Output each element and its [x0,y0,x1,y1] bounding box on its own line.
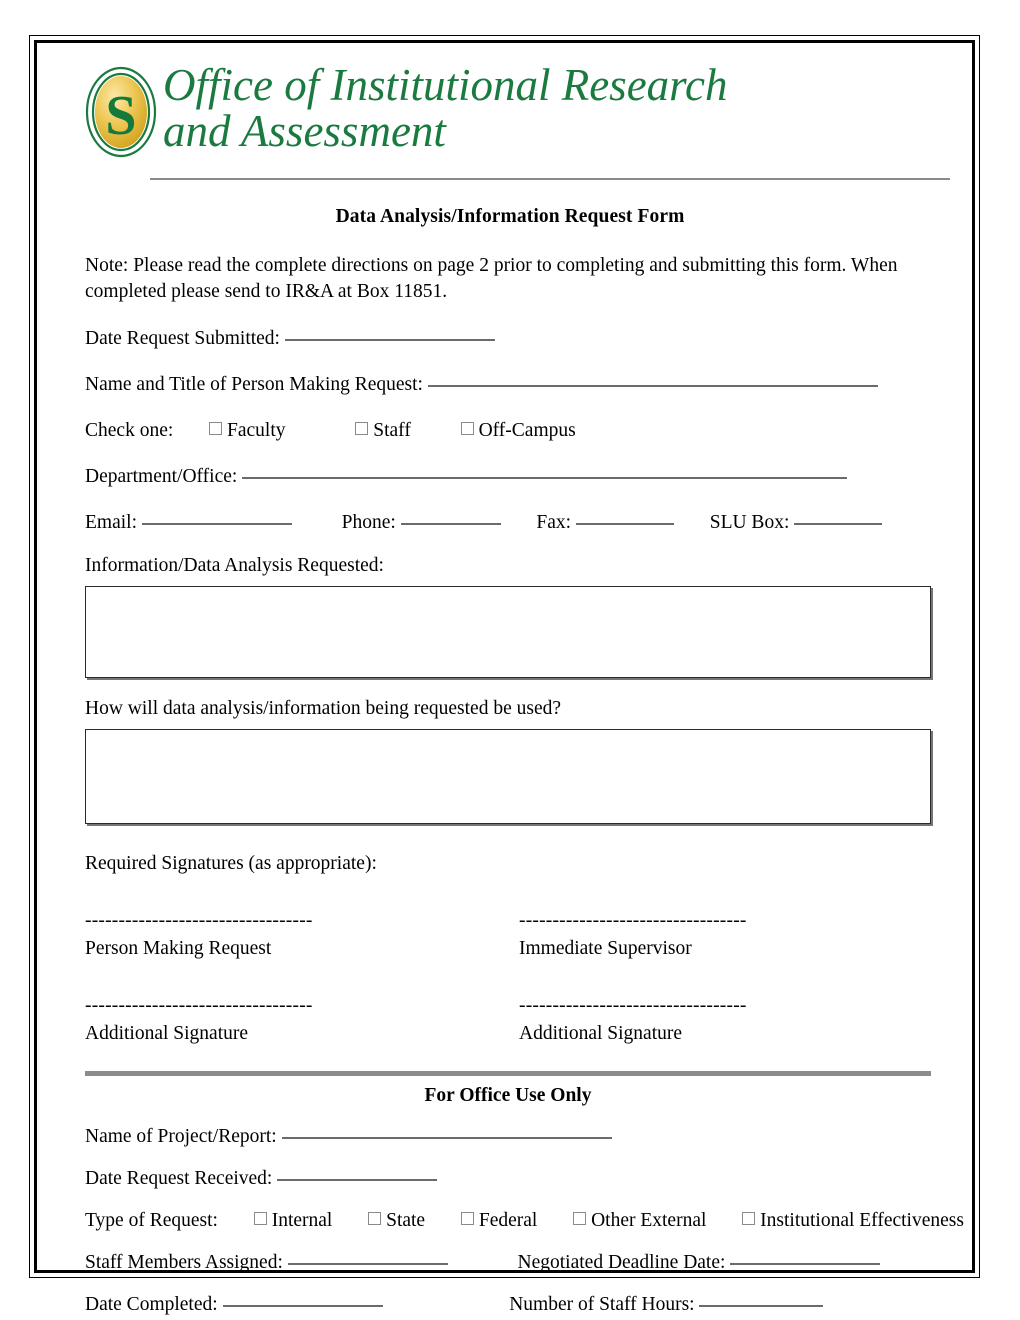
field-date-request-received: Date Request Received: [85,1167,935,1191]
checkbox-other-external[interactable] [573,1212,587,1225]
field-date-request-submitted: Date Request Submitted: [85,326,935,351]
signature-additional-right: ---------------------------------- Addit… [501,996,935,1045]
document-header: S Office of Institutional Research and A… [85,60,935,168]
information-requested-textarea[interactable] [85,586,931,678]
how-used-textarea[interactable] [85,729,931,824]
oval-s-seal-icon: S [85,66,157,158]
date-request-received-input[interactable] [277,1167,438,1181]
checkbox-institutional-effectiveness[interactable] [742,1212,756,1225]
required-signatures-label: Required Signatures (as appropriate): [85,853,377,874]
checkbox-internal[interactable] [253,1212,267,1225]
signature-line: ---------------------------------- [85,910,313,931]
checkbox-faculty[interactable] [209,422,223,435]
field-type-of-request: Type of Request: Internal State Federal … [85,1209,964,1233]
signature-row-2: ---------------------------------- Addit… [85,996,935,1045]
department-office-input[interactable] [242,465,848,479]
date-completed-input[interactable] [222,1293,383,1307]
checkbox-other-external-label: Other External [591,1210,707,1231]
department-office-label: Department/Office: [85,466,238,487]
email-input[interactable] [141,511,292,525]
checkbox-state[interactable] [368,1212,382,1225]
fax-label: Fax: [536,512,572,533]
checkbox-internal-label: Internal [271,1210,333,1231]
type-of-request-label: Type of Request: [85,1210,218,1231]
checkbox-off-campus-label: Off-Campus [478,420,576,441]
date-request-received-label: Date Request Received: [85,1168,273,1189]
name-of-project-input[interactable] [281,1125,612,1139]
email-label: Email: [85,512,137,533]
form-content: S Office of Institutional Research and A… [85,60,964,1317]
checkbox-institutional-effectiveness-label: Institutional Effectiveness [760,1210,964,1231]
field-name-of-project: Name of Project/Report: [85,1125,935,1149]
checkbox-faculty-label: Faculty [227,420,286,441]
checkbox-federal[interactable] [460,1212,474,1225]
signature-caption: Person Making Request [85,938,272,959]
date-request-submitted-input[interactable] [284,327,495,341]
check-one-label: Check one: [85,420,174,441]
phone-label: Phone: [341,512,396,533]
note-text: Note: Please read the complete direction… [85,255,898,302]
number-of-staff-hours-label: Number of Staff Hours: [509,1294,695,1315]
svg-text:S: S [105,85,136,147]
slu-box-label: SLU Box: [709,512,790,533]
signature-caption: Immediate Supervisor [519,938,692,959]
office-use-heading: For Office Use Only [424,1085,592,1106]
information-requested-label: Information/Data Analysis Requested: [85,555,384,576]
field-staff-members-assigned: Staff Members Assigned: Negotiated Deadl… [85,1251,935,1275]
checkbox-federal-label: Federal [478,1210,538,1231]
field-department-office: Department/Office: [85,464,935,489]
checkbox-off-campus[interactable] [460,422,474,435]
date-completed-label: Date Completed: [85,1294,218,1315]
fax-input[interactable] [575,511,674,525]
signature-line: ---------------------------------- [519,995,747,1016]
signature-caption: Additional Signature [519,1023,683,1044]
logo-wordmark-line2: and Assessment [163,106,446,156]
number-of-staff-hours-input[interactable] [699,1293,824,1307]
signature-caption: Additional Signature [85,1023,249,1044]
staff-members-assigned-label: Staff Members Assigned: [85,1252,283,1273]
field-information-requested-label-row: Information/Data Analysis Requested: [85,553,935,578]
page-title: Data Analysis/Information Request Form [335,206,685,227]
field-name-and-title: Name and Title of Person Making Request: [85,372,935,397]
name-and-title-label: Name and Title of Person Making Request: [85,374,423,395]
phone-input[interactable] [400,511,501,525]
staff-members-assigned-input[interactable] [287,1251,448,1265]
logo-wordmark: Office of Institutional Research and Ass… [163,62,727,154]
field-date-completed: Date Completed: Number of Staff Hours: [85,1293,935,1317]
signature-additional-left: ---------------------------------- Addit… [85,996,501,1045]
signature-line: ---------------------------------- [519,910,747,931]
office-use-divider [85,1071,931,1076]
slu-box-input[interactable] [794,511,883,525]
date-request-submitted-label: Date Request Submitted: [85,328,280,349]
how-used-label: How will data analysis/information being… [85,698,561,719]
signature-immediate-supervisor: ---------------------------------- Immed… [501,911,935,960]
header-divider [150,178,950,180]
checkbox-staff-label: Staff [373,420,411,441]
logo-wordmark-line1: Office of Institutional Research [163,60,728,110]
name-of-project-label: Name of Project/Report: [85,1126,277,1147]
signature-line: ---------------------------------- [85,995,313,1016]
checkbox-state-label: State [386,1210,426,1231]
checkbox-staff[interactable] [355,422,369,435]
field-check-one: Check one: Faculty Staff Off-Campus [85,418,935,443]
field-how-used-label-row: How will data analysis/information being… [85,696,935,721]
negotiated-deadline-input[interactable] [730,1251,881,1265]
signature-person-making-request: ---------------------------------- Perso… [85,911,501,960]
name-and-title-input[interactable] [427,373,878,387]
field-contact-row: Email: Phone: Fax: SLU Box: [85,510,935,535]
negotiated-deadline-label: Negotiated Deadline Date: [517,1252,726,1273]
signature-row-1: ---------------------------------- Perso… [85,911,935,960]
